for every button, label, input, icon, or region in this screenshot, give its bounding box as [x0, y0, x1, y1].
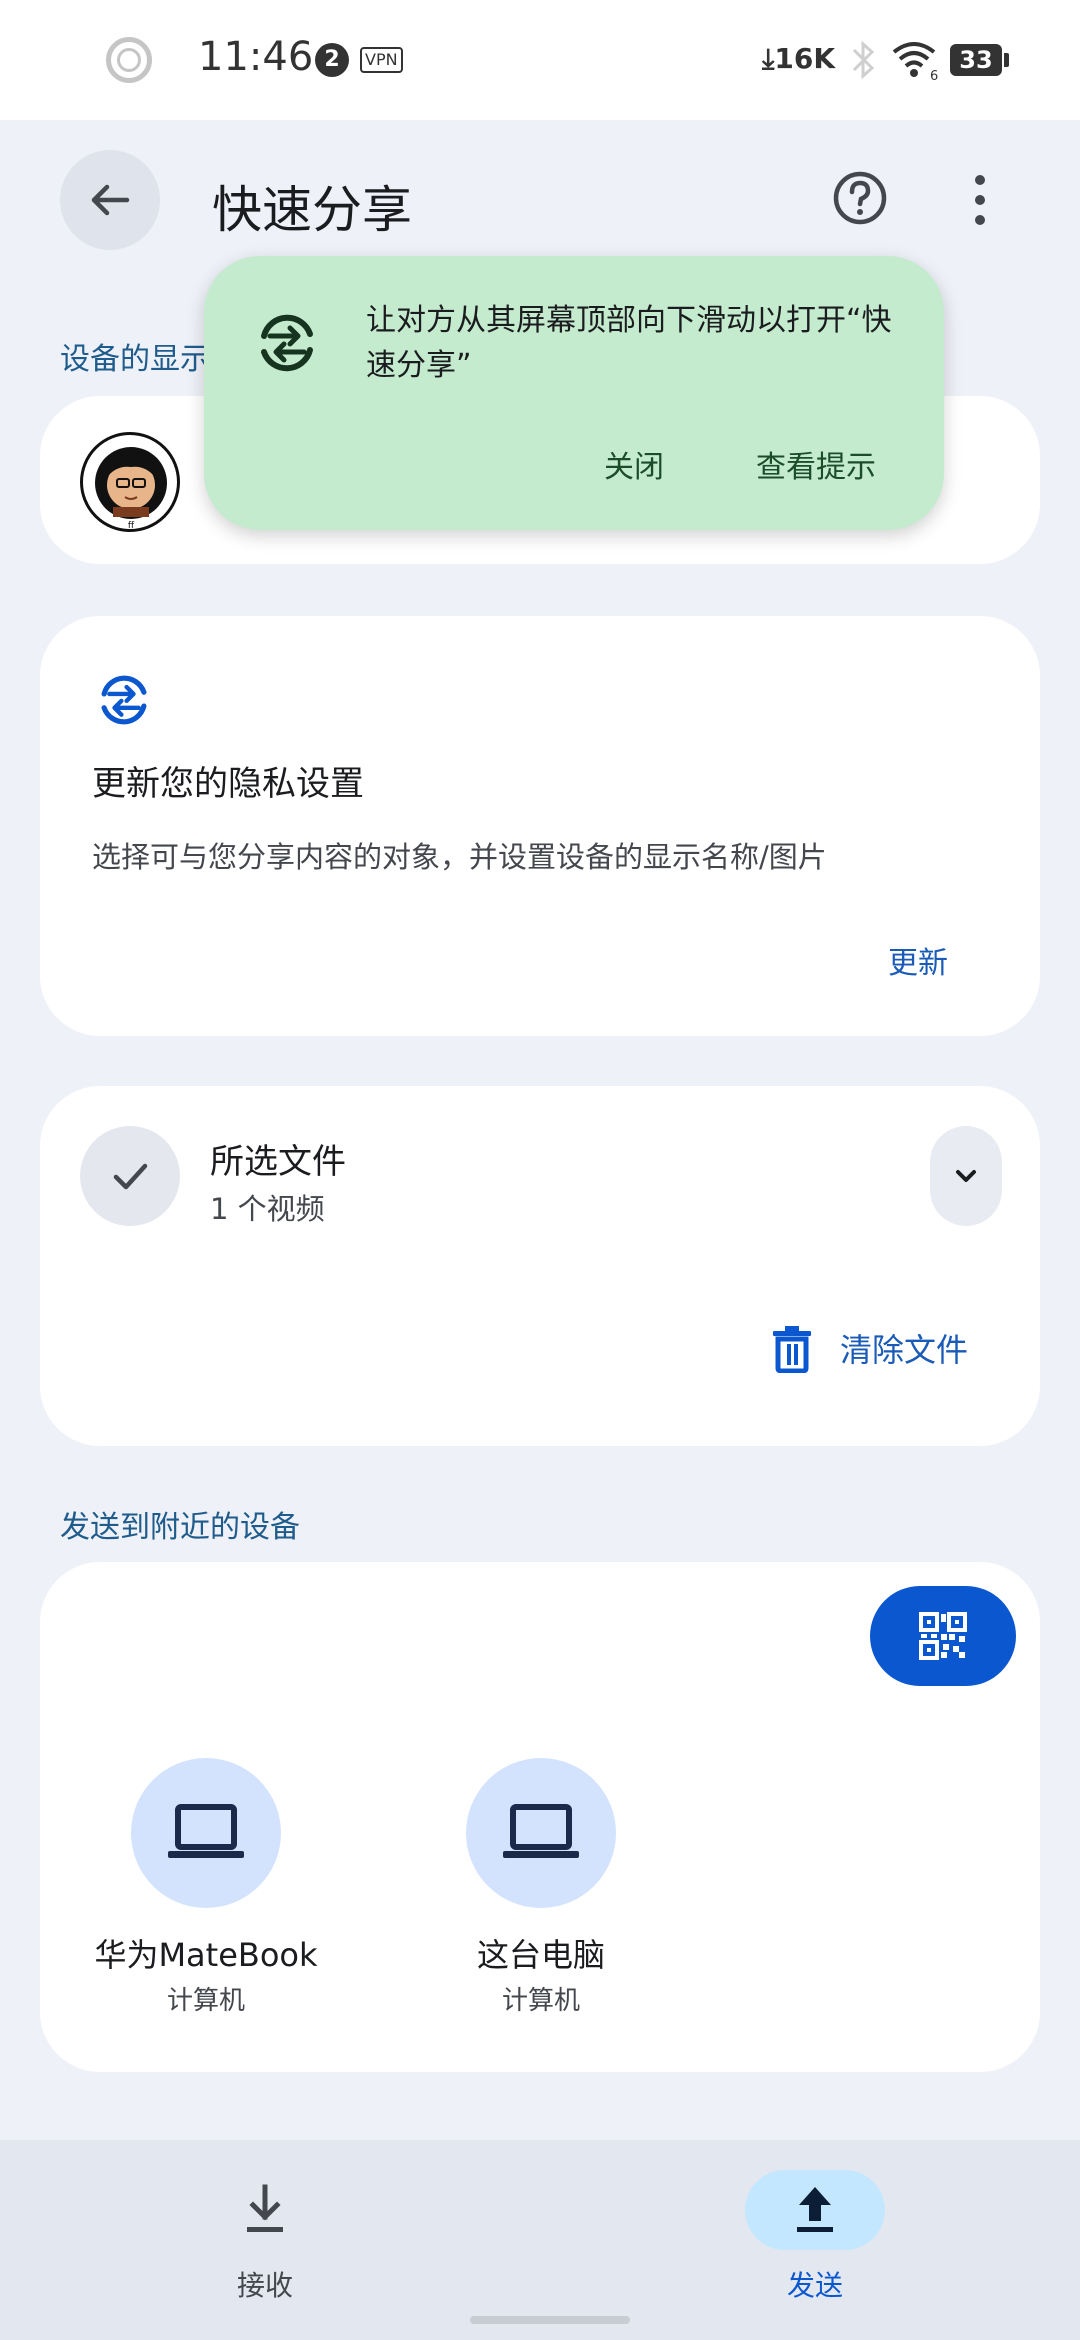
back-button[interactable]	[60, 150, 160, 250]
tip-popup: 让对方从其屏幕顶部向下滑动以打开“快速分享” 关闭 查看提示	[204, 256, 944, 530]
nav-receive-label: 接收	[236, 2269, 293, 2302]
clear-files-button[interactable]: 清除文件	[770, 1318, 968, 1378]
device-visibility-label: 设备的显示	[60, 342, 210, 377]
avatar: ff	[80, 432, 180, 532]
vpn-icon: VPN	[360, 47, 403, 73]
privacy-title: 更新您的隐私设置	[92, 764, 364, 804]
device-name: 华为MateBook	[94, 1936, 318, 1974]
nav-receive-pill	[195, 2170, 335, 2250]
privacy-card: 更新您的隐私设置 选择可与您分享内容的对象，并设置设备的显示名称/图片 更新	[40, 616, 1040, 1036]
view-tips-button[interactable]: 查看提示	[752, 434, 880, 494]
device-type: 计算机	[501, 1986, 580, 2016]
nav-send[interactable]: 发送	[735, 2170, 895, 2304]
chevron-down-icon	[956, 1170, 976, 1182]
nav-send-label: 发送	[786, 2269, 843, 2302]
wifi-gen-label: 6	[930, 69, 938, 82]
selected-check	[80, 1126, 180, 1226]
status-ring-icon	[106, 37, 152, 83]
download-icon	[247, 2184, 283, 2232]
more-options-button[interactable]	[960, 168, 1000, 234]
page-title: 快速分享	[212, 181, 412, 239]
laptop-icon	[168, 1804, 244, 1858]
nav-receive[interactable]: 接收	[185, 2170, 345, 2304]
update-privacy-button[interactable]: 更新	[888, 938, 948, 982]
laptop-icon	[503, 1804, 579, 1858]
clear-files-label: 清除文件	[840, 1331, 969, 1369]
tip-message: 让对方从其屏幕顶部向下滑动以打开“快速分享”	[366, 303, 892, 383]
more-vertical-icon	[975, 175, 985, 225]
qr-code-button[interactable]	[870, 1586, 1016, 1686]
qr-code-icon	[919, 1612, 967, 1660]
device-avatar	[131, 1758, 281, 1908]
trash-icon	[773, 1326, 811, 1373]
files-title: 所选文件	[210, 1142, 346, 1182]
status-time: 11:46	[198, 34, 314, 80]
nav-send-pill	[745, 2170, 885, 2250]
avatar-name-fragment: ff	[128, 521, 135, 531]
nearby-devices-card: 华为MateBook 计算机 这台电脑 计算机	[40, 1562, 1040, 2072]
help-circle-icon	[833, 171, 887, 225]
battery-indicator: 33	[950, 44, 1009, 76]
bottom-navigation: 接收 发送	[0, 2140, 1080, 2340]
device-name: 这台电脑	[476, 1936, 605, 1974]
tip-close-button[interactable]: 关闭	[600, 434, 668, 494]
nearby-devices-label: 发送到附近的设备	[60, 1510, 300, 1545]
expand-files-button[interactable]	[930, 1126, 1002, 1226]
help-button[interactable]	[830, 168, 890, 228]
notification-badge: 2	[315, 43, 349, 77]
device-item[interactable]: 华为MateBook 计算机	[66, 1758, 346, 2017]
arrow-left-icon	[91, 184, 130, 216]
device-avatar	[466, 1758, 616, 1908]
status-bar: 11:46 2 VPN ⤓16K 6 33	[0, 0, 1080, 120]
device-item[interactable]: 这台电脑 计算机	[401, 1758, 681, 2017]
gesture-bar[interactable]	[470, 2316, 630, 2324]
wifi-icon: 6	[892, 42, 938, 82]
privacy-description: 选择可与您分享内容的对象，并设置设备的显示名称/图片	[92, 840, 827, 874]
quick-share-icon	[101, 675, 147, 725]
bluetooth-icon	[852, 40, 875, 80]
files-count: 1 个视频	[210, 1192, 325, 1226]
device-type: 计算机	[166, 1986, 245, 2016]
quick-share-icon	[261, 314, 313, 372]
selected-files-card: 所选文件 1 个视频 清除文件	[40, 1086, 1040, 1446]
network-speed: ⤓16K	[762, 42, 836, 75]
upload-icon	[797, 2187, 833, 2232]
check-icon	[113, 1163, 148, 1190]
